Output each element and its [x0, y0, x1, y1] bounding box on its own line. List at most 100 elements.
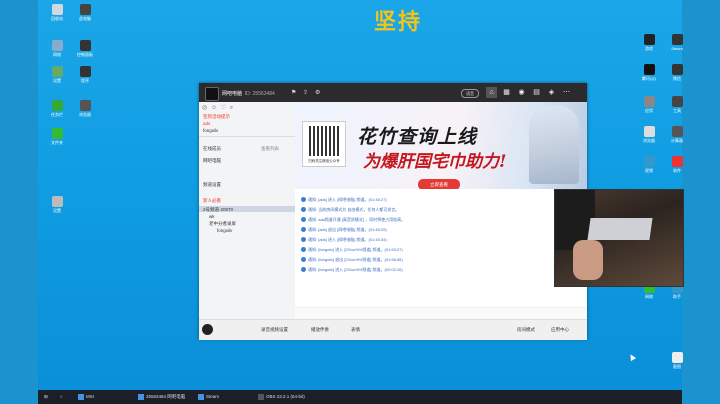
home-icon[interactable]: ⌂: [486, 87, 497, 98]
panel-toolbar[interactable]: ◎ ☺ ♡ ⌕: [202, 104, 234, 113]
desktop-icon-label: 此电脑: [79, 16, 91, 21]
desktop-icon-label: 网络: [645, 294, 653, 299]
taskbar-item[interactable]: Steam: [198, 394, 219, 400]
more-icon[interactable]: ⋯: [561, 87, 572, 98]
desktop-icon[interactable]: 文件夹: [44, 128, 70, 145]
chat-message: 通知: [ads] 进入 [网吧电脑] 频道。(01:45:27): [301, 197, 387, 203]
grid-icon[interactable]: ▦: [501, 87, 512, 98]
desktop-icon-label: 腾讯QQ: [641, 76, 657, 81]
voice-status-pill[interactable]: 语音: [461, 89, 479, 98]
banner-character-art: [529, 106, 579, 184]
list-item[interactable]: fongxilv: [217, 228, 232, 233]
desktop-icon[interactable]: 网络: [44, 40, 70, 57]
app-icon: [51, 100, 63, 111]
chat-message: 通知: ads频道开通 [高音质模式] ，同时将使占用较高。: [301, 217, 405, 223]
desktop-icon[interactable]: 回收站: [44, 4, 70, 21]
qr-caption: 扫码关注微信公众号: [308, 159, 340, 163]
list-item[interactable]: 新人必看: [203, 198, 221, 204]
webcam-overlay: [554, 189, 684, 287]
list-item[interactable]: 2号频道·20970: [203, 207, 233, 213]
info-icon: [301, 237, 306, 243]
toolbar-item[interactable]: 录音视频设置: [261, 327, 288, 333]
desktop-icon[interactable]: Steam: [664, 34, 690, 51]
info-icon: [301, 247, 306, 253]
chat-message: 通知: [fongxilv] 退出 [2Gnu%%频道] 频道。(01:56:5…: [301, 257, 403, 263]
app-icon: [643, 156, 655, 167]
app-icon: [51, 40, 63, 51]
desktop-icon[interactable]: 截图: [664, 352, 690, 369]
promo-banner[interactable]: 扫码关注微信公众号 花竹查询上线 为爆肝国宅巾助力!: [295, 102, 587, 189]
desktop-icon-label: 任务栏: [51, 112, 63, 117]
desktop-icon-label: 应用: [645, 108, 653, 113]
signal-icon[interactable]: ⚑: [291, 89, 296, 96]
list-item[interactable]: 网吧电脑: [203, 158, 221, 164]
voice-app-window[interactable]: 网吧电脑 ID: 25563484 ⚑ ⇪ ⚙ 语音 ⌂ ▦ ◉ ▤ ◈ ⋯ ◎…: [199, 83, 587, 340]
app-icon: [51, 128, 63, 139]
app-icon: [643, 34, 655, 45]
shield-icon[interactable]: ◈: [546, 87, 557, 98]
desktop-icon-label: 文件夹: [51, 140, 63, 145]
desktop-icon[interactable]: 腾讯QQ: [636, 64, 662, 81]
app-icon: [671, 156, 683, 167]
desktop-icon[interactable]: 游戏: [636, 34, 662, 51]
app-icon: [643, 96, 655, 107]
settings-icon[interactable]: ⚙: [315, 89, 320, 96]
list-item[interactable]: 老中分者录屏: [209, 221, 236, 227]
search-icon[interactable]: ○: [60, 394, 63, 399]
taskbar-item[interactable]: MSI: [78, 394, 94, 400]
section-hint[interactable]: 查看列表: [261, 146, 279, 152]
toolbar-item[interactable]: 表情: [351, 327, 360, 333]
channel-list-panel: ◎ ☺ ♡ ⌕ 签到活动提示 ads fongxilv 在线成员 查看列表 网吧…: [199, 102, 296, 319]
chat-message: 通知: [ads] 退出 [网吧电脑] 频道。(01:45:29): [301, 227, 387, 233]
desktop-icon-label: 浏览器: [79, 112, 91, 117]
desktop-icon-label: 设置: [53, 208, 61, 213]
start-button[interactable]: ⊞: [44, 394, 48, 400]
desktop-icon[interactable]: 微信: [664, 64, 690, 81]
app-icon: [643, 64, 655, 75]
bottom-toolbar: 录音视频设置 播放伴奏 表情 房间模式 应用中心: [199, 319, 587, 340]
desktop-icon[interactable]: 视频: [636, 156, 662, 173]
desktop-icon[interactable]: 设置: [44, 196, 70, 213]
desktop-icon-label: 设置: [53, 78, 61, 83]
app-icon: [643, 126, 655, 137]
chat-message: 通知: [fongxilv] 进入 [2Gnu%%频道] 频道。(01:53:2…: [301, 247, 403, 253]
channel-avatar[interactable]: [205, 87, 219, 101]
taskbar-item[interactable]: OBS 23.2.1 (64-bit): [258, 394, 305, 400]
desktop-icon-label: 助手: [673, 294, 681, 299]
desktop-icon[interactable]: 控制面板: [72, 40, 98, 57]
microphone-icon[interactable]: [202, 324, 213, 335]
desktop-icon[interactable]: 工具: [664, 96, 690, 113]
share-icon[interactable]: ⇪: [303, 89, 308, 96]
info-icon: [301, 207, 306, 213]
desktop-icon-label: 游戏: [645, 46, 653, 51]
list-item[interactable]: fongxilv: [203, 128, 218, 133]
app-icon: [671, 96, 683, 107]
desktop-icon-label: 视频: [645, 168, 653, 173]
desktop-icon-label: 回收站: [51, 16, 63, 21]
desktop-icon[interactable]: 程序: [72, 66, 98, 83]
list-item[interactable]: ads: [203, 121, 210, 126]
desktop-icon[interactable]: 此电脑: [72, 4, 98, 21]
list-item[interactable]: 频道设置: [203, 182, 221, 188]
info-icon: [301, 227, 306, 233]
desktop-icon[interactable]: 浏览器: [636, 126, 662, 143]
desktop-icon[interactable]: 应用: [636, 96, 662, 113]
desktop-icon[interactable]: 计算器: [664, 126, 690, 143]
app-icon: [79, 4, 91, 15]
list-item[interactable]: 签到活动提示: [203, 114, 230, 120]
desktop-icon-label: 微信: [673, 76, 681, 81]
toolbar-item[interactable]: 房间模式: [517, 327, 535, 333]
desktop-icon[interactable]: 任务栏: [44, 100, 70, 117]
film-icon[interactable]: ▤: [531, 87, 542, 98]
list-item[interactable]: wk: [209, 214, 215, 219]
toolbar-item[interactable]: 播放伴奏: [311, 327, 329, 333]
app-icon: [79, 66, 91, 77]
toolbar-item[interactable]: 应用中心: [551, 327, 569, 333]
taskbar-item[interactable]: 25563484 网吧电脑: [138, 394, 185, 400]
app-icon: [51, 4, 63, 15]
desktop-icon[interactable]: 设置: [44, 66, 70, 83]
gamepad-icon[interactable]: ◉: [516, 87, 527, 98]
desktop-icon[interactable]: 浏览器: [72, 100, 98, 117]
desktop-icon[interactable]: 软件: [664, 156, 690, 173]
window-titlebar[interactable]: 网吧电脑 ID: 25563484 ⚑ ⇪ ⚙ 语音 ⌂ ▦ ◉ ▤ ◈ ⋯: [199, 83, 587, 102]
